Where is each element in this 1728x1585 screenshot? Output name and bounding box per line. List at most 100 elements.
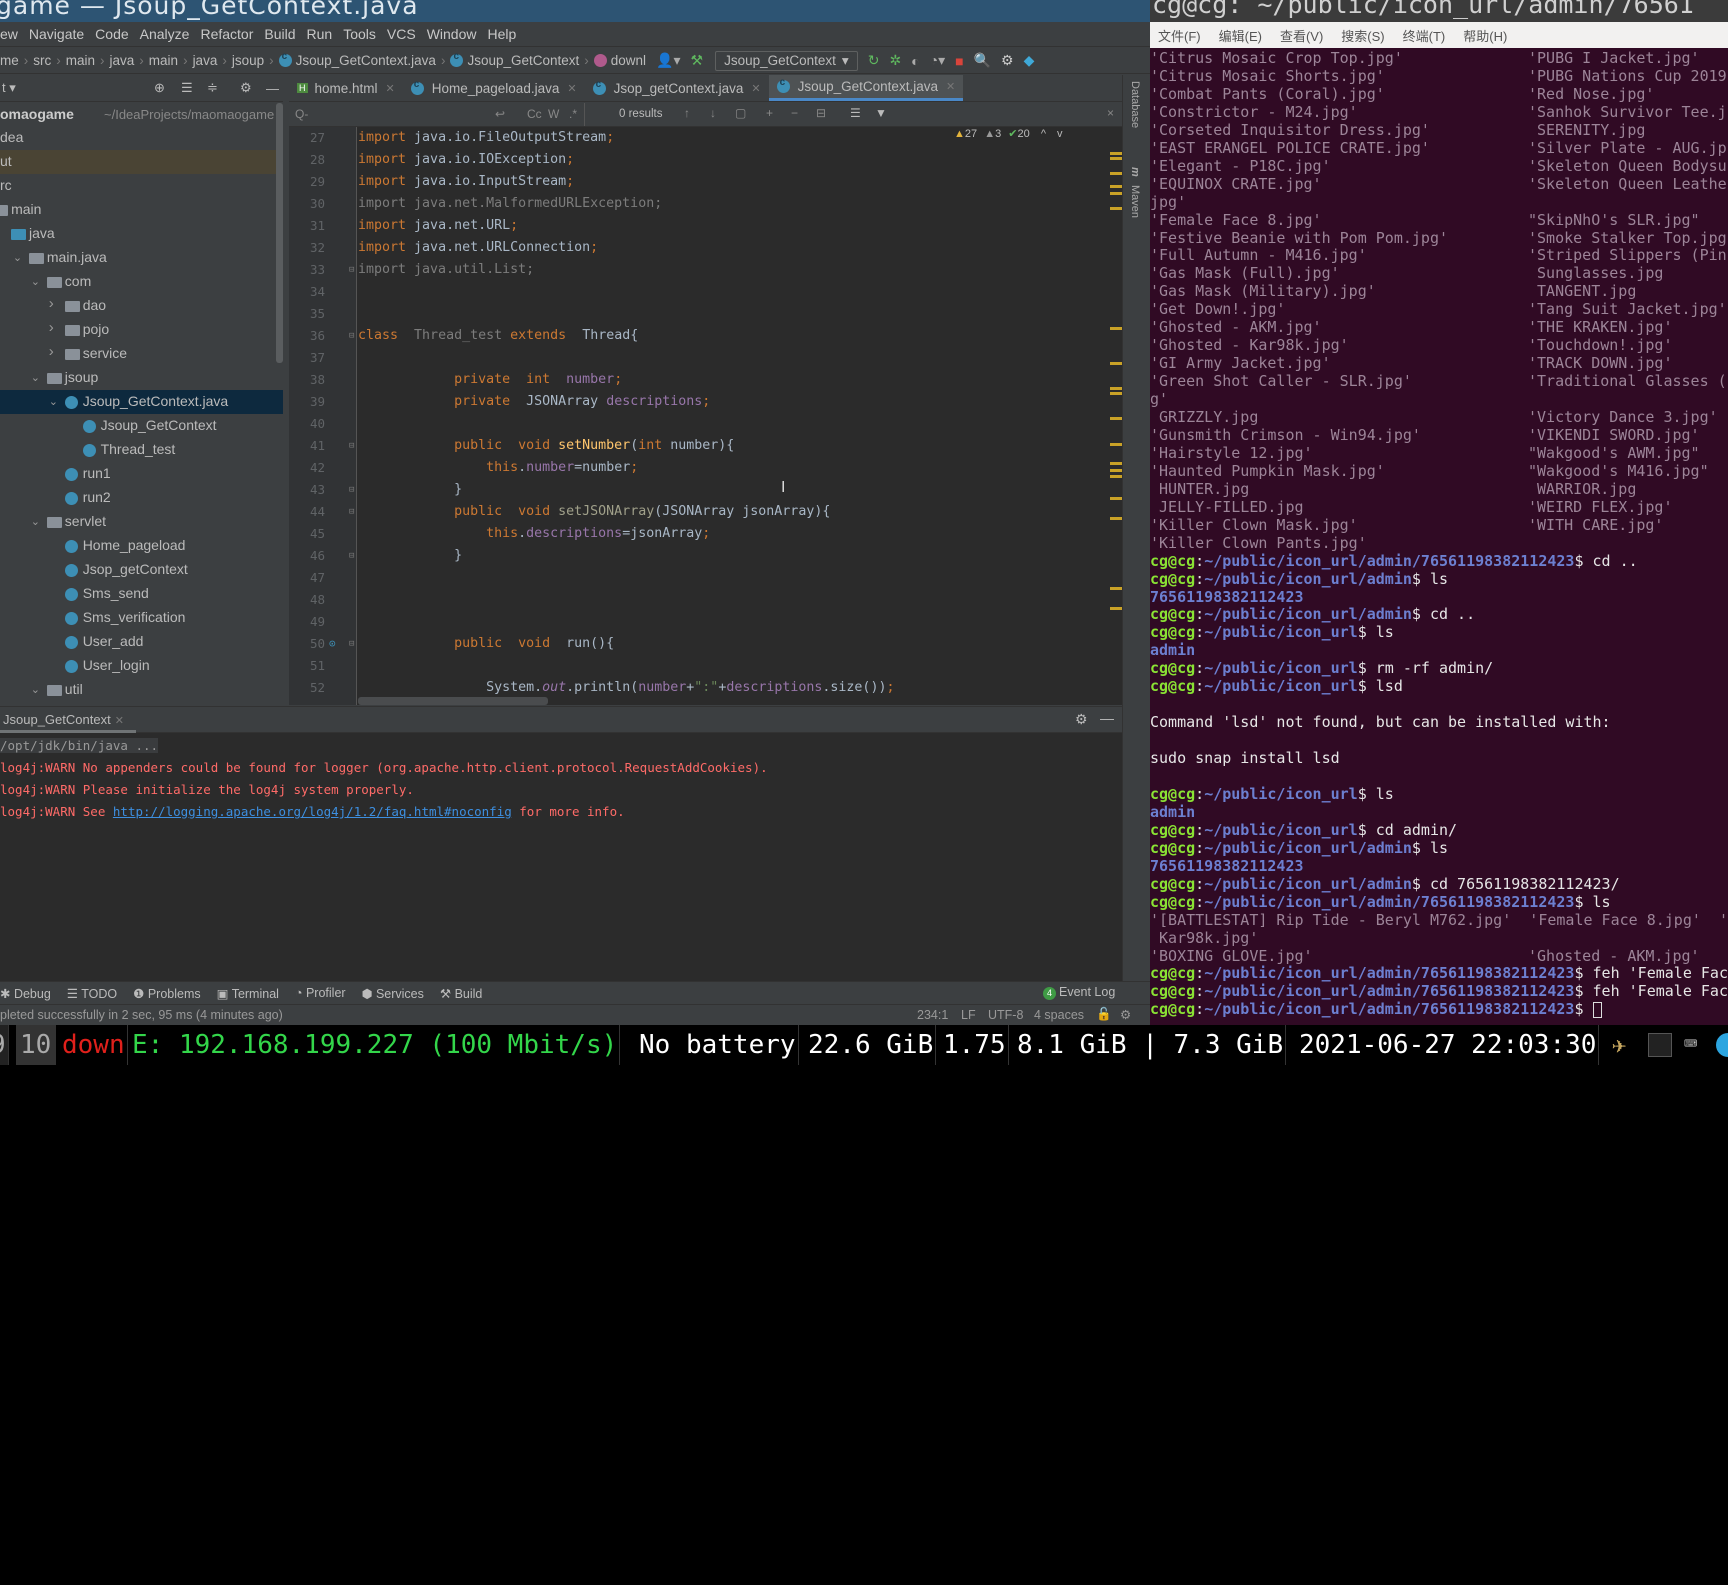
tree-scrollbar[interactable] [276,103,283,363]
menu-item-refactor[interactable]: Refactor [200,26,253,42]
gear-icon[interactable]: ⚙ [1075,711,1088,728]
warning-marker[interactable] [1110,362,1122,365]
indent-setting[interactable]: 4 spaces [1034,1008,1084,1022]
close-icon[interactable]: ✕ [946,80,955,93]
tree-item-java[interactable]: java [0,222,283,246]
console-line[interactable]: log4j:WARN No appenders could be found f… [0,760,768,775]
workspace-button[interactable]: 9 [0,1025,9,1065]
line-separator[interactable]: LF [961,1008,976,1022]
event-log-button[interactable]: 4 Event Log [1043,985,1115,1000]
menu-item-window[interactable]: Window [427,26,477,42]
code-line[interactable]: 29 import java.io.InputStream; [289,171,1122,193]
toolwindow-problems[interactable]: ❶ Problems [133,986,200,1001]
console-line[interactable]: log4j:WARN See http://logging.apache.org… [0,804,625,819]
console-output[interactable]: /opt/jdk/bin/java ... log4j:WARN No appen… [0,734,1122,982]
fold-marker-icon[interactable]: ⊟ [349,479,354,501]
code-line[interactable]: 45 this.descriptions=jsonArray; [289,523,1122,545]
warning-marker[interactable] [1110,152,1122,155]
remove-selection-icon[interactable]: − [791,106,798,120]
code-editor[interactable]: ▲27 ▲3 ✔20 ^ v I 27 import java.io.FileOu… [289,127,1122,705]
chevron-down-icon[interactable]: ⌄ [31,371,40,384]
rerun-icon[interactable]: ↻ [868,52,880,69]
breadcrumb-item[interactable]: jsoup [232,53,264,68]
tree-item-dea[interactable]: dea [0,126,283,150]
warning-marker[interactable] [1110,192,1122,195]
tree-item-jsoup[interactable]: ⌄ jsoup [0,366,283,390]
add-selection-icon[interactable]: + [766,106,773,120]
telegram-tray-icon[interactable] [1716,1033,1728,1057]
chevron-right-icon[interactable]: › [49,343,54,360]
tree-item-pojo[interactable]: › pojo [0,318,283,342]
warning-marker[interactable] [1110,207,1122,210]
code-line[interactable]: 27 import java.io.FileOutputStream; [289,127,1122,149]
newline-icon[interactable]: ↩ [495,107,505,121]
settings-icon[interactable]: ⚙ [1001,52,1014,69]
breadcrumb-item[interactable]: java [110,53,135,68]
tree-item-main-java[interactable]: ⌄ main.java [0,246,283,270]
code-line[interactable]: 28 import java.io.IOException; [289,149,1122,171]
lock-icon[interactable]: 🔓 [1096,1007,1112,1022]
code-line[interactable]: 31 import java.net.URL; [289,215,1122,237]
tree-item-jsop_getcontext[interactable]: Jsop_getContext [0,558,283,582]
keyboard-tray-icon[interactable]: ⌨ [1684,1025,1697,1065]
tree-item-run2[interactable]: run2 [0,486,283,510]
previous-occurrence-icon[interactable]: ↑ [684,106,690,120]
tree-item-thread_test[interactable]: Thread_test [0,438,283,462]
terminal-menu-item[interactable]: 查看(V) [1280,26,1323,45]
fold-marker-icon[interactable]: ⊟ [349,259,354,281]
inspector-icon[interactable]: ⚙ [1120,1007,1131,1022]
close-icon[interactable]: ✕ [751,82,760,95]
chevron-down-icon[interactable]: ⌄ [31,515,40,528]
match-case-toggle[interactable]: Cc [527,107,542,121]
code-line[interactable]: 40 [289,413,1122,435]
words-toggle[interactable]: W [548,107,559,121]
console-line[interactable]: /opt/jdk/bin/java ... [0,738,159,753]
code-line[interactable]: 50 public void run(){⊟ ⊙ [289,633,1122,655]
menu-item-code[interactable]: Code [95,26,128,42]
search-icon[interactable]: 🔍 [974,52,991,69]
tab-jsoup_getcontext-java[interactable]: Jsoup_GetContext.java ✕ [768,75,964,101]
warning-marker[interactable] [1110,475,1122,478]
warning-marker[interactable] [1110,387,1122,390]
code-line[interactable]: 32 import java.net.URLConnection; [289,237,1122,259]
tab-home-html[interactable]: Hhome.html ✕ [289,75,403,101]
chevron-down-icon[interactable]: ⌄ [31,275,40,288]
chevron-down-icon[interactable]: ⌄ [31,683,40,696]
code-line[interactable]: 41 public void setNumber(int number){⊟ [289,435,1122,457]
code-line[interactable]: 48 [289,589,1122,611]
menu-item-build[interactable]: Build [264,26,295,42]
terminal-menu-item[interactable]: 帮助(H) [1463,26,1507,45]
warning-marker[interactable] [1110,327,1122,330]
chevron-right-icon[interactable]: › [49,319,54,336]
chevron-right-icon[interactable]: › [49,295,54,312]
hide-icon[interactable]: — [266,81,279,96]
breadcrumb-item[interactable]: downl [593,53,646,68]
tree-item-run1[interactable]: run1 [0,462,283,486]
close-icon[interactable]: ✕ [115,715,124,727]
warning-marker[interactable] [1110,497,1122,500]
terminal-menu-item[interactable]: 搜索(S) [1341,26,1384,45]
network-tray-icon[interactable]: ✈ [1612,1025,1626,1065]
caret-position[interactable]: 234:1 [917,1008,948,1022]
code-line[interactable]: 36 class Thread_test extends Thread{⊟ [289,325,1122,347]
tree-item-servlet[interactable]: ⌄ servlet [0,510,283,534]
workspace-button[interactable]: 10 [16,1025,57,1065]
warning-marker[interactable] [1110,607,1122,610]
tree-item-main[interactable]: main [0,198,283,222]
run-configuration-dropdown[interactable]: Jsoup_GetContext ▾ [715,50,858,71]
tree-item-dao[interactable]: › dao [0,294,283,318]
warning-marker[interactable] [1110,392,1122,395]
fold-marker-icon[interactable]: ⊟ [349,325,354,347]
code-line[interactable]: 49 [289,611,1122,633]
close-find-icon[interactable]: × [1107,106,1114,120]
jetbrains-icon[interactable]: ◆ [1024,52,1035,69]
menu-item-run[interactable]: Run [307,26,333,42]
breadcrumb-item[interactable]: main [149,53,178,68]
toolwindow-profiler[interactable]: ◔ Profiler [295,986,346,1000]
close-icon[interactable]: ✕ [567,82,576,95]
select-all-icon[interactable]: ▢ [735,106,746,120]
code-line[interactable]: 42 this.number=number; [289,457,1122,479]
error-stripe[interactable] [1110,127,1122,705]
tree-item-service[interactable]: › service [0,342,283,366]
code-line[interactable]: 33 import java.util.List; ⊟ [289,259,1122,281]
